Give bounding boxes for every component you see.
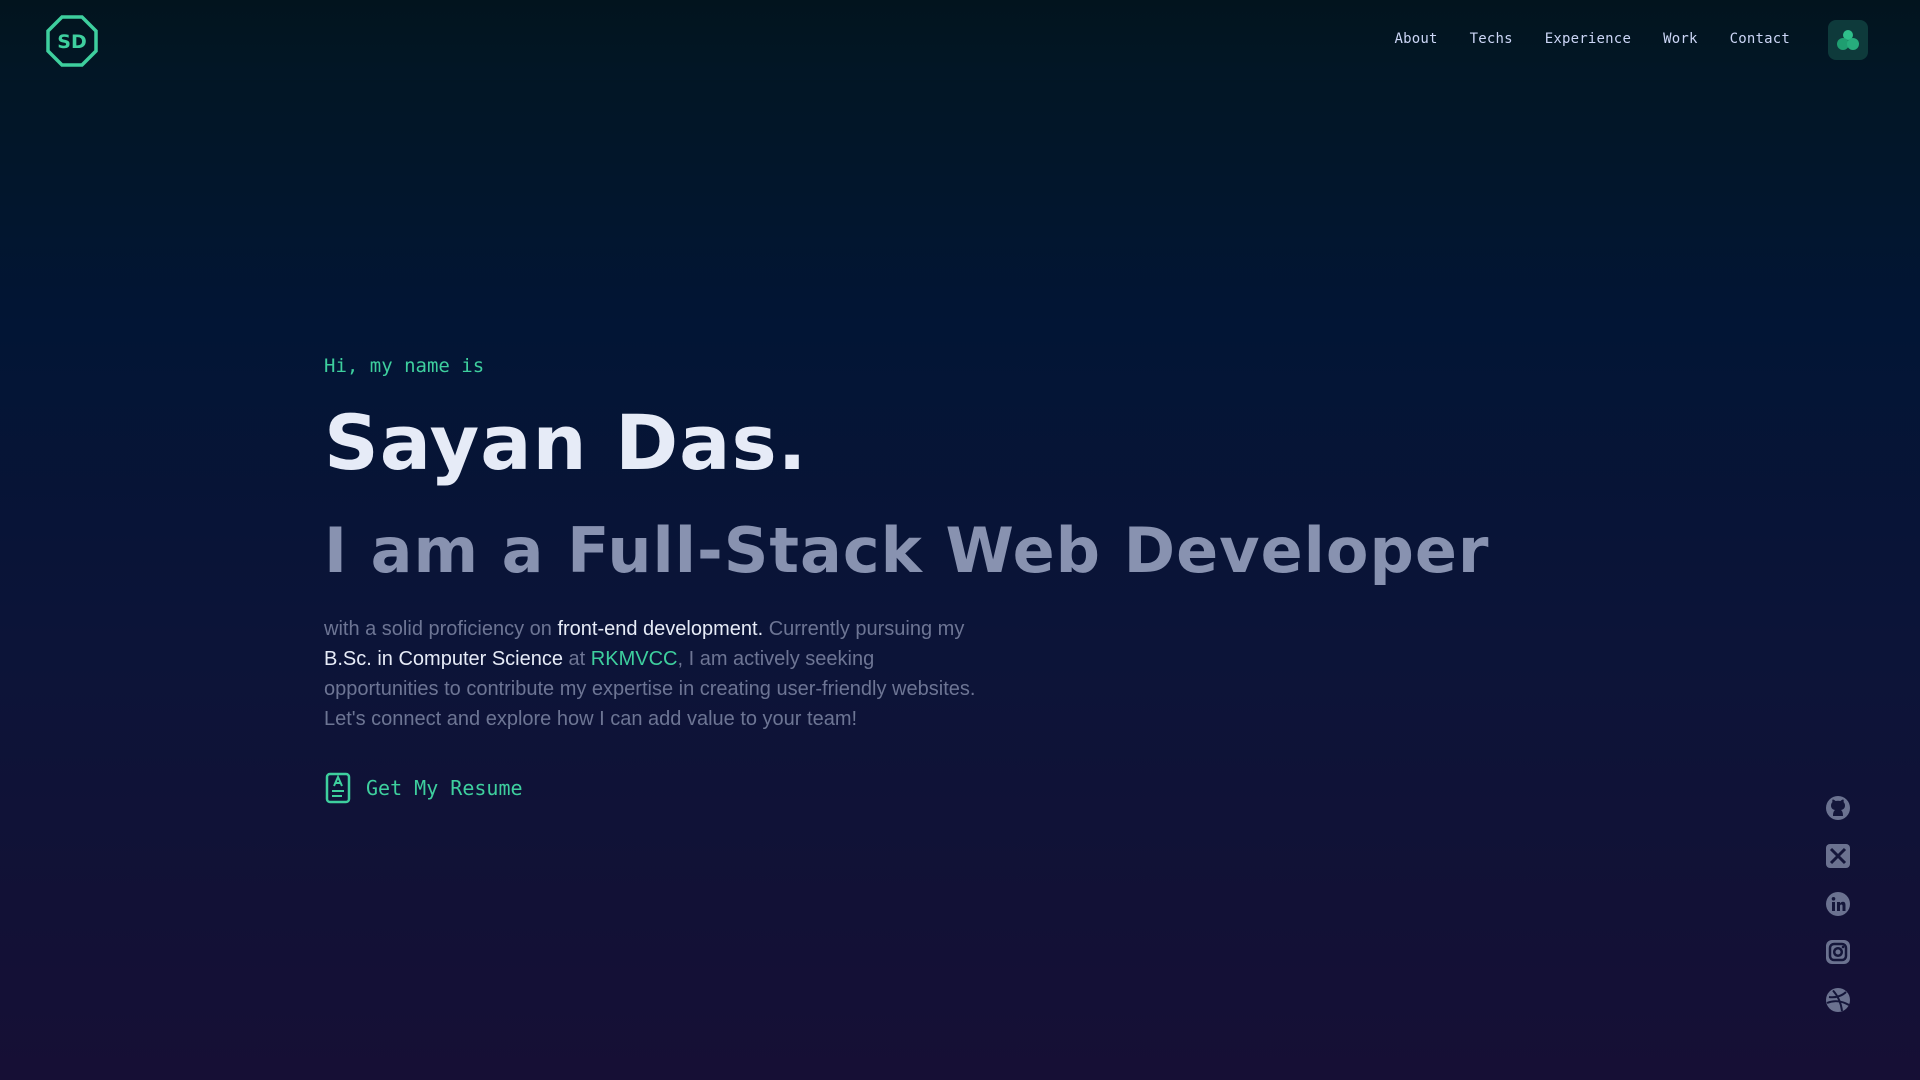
logo[interactable]: SD [45, 14, 99, 68]
hero-bio: with a solid proficiency on front-end de… [324, 614, 984, 734]
linkedin-link[interactable] [1823, 890, 1853, 918]
instagram-link[interactable] [1823, 938, 1853, 966]
bio-text: Currently pursuing my [763, 618, 965, 640]
resume-icon [325, 772, 351, 804]
bio-highlight-degree: B.Sc. in Computer Science [324, 648, 563, 670]
nav-work[interactable]: Work [1663, 31, 1698, 47]
nav-contact[interactable]: Contact [1730, 31, 1790, 47]
rkmvcc-link[interactable]: RKMVCC [591, 648, 678, 670]
greeting-text: Hi, my name is [324, 355, 485, 377]
user-theme-icon [1837, 30, 1859, 50]
x-twitter-icon [1826, 844, 1850, 868]
instagram-icon [1826, 940, 1850, 964]
bio-text: with a solid proficiency on [324, 618, 558, 640]
nav-about[interactable]: About [1394, 31, 1437, 47]
logo-text: SD [57, 31, 86, 53]
github-icon [1826, 796, 1850, 820]
resume-label: Get My Resume [366, 776, 523, 800]
github-link[interactable] [1823, 794, 1853, 822]
dribbble-link[interactable] [1823, 986, 1853, 1014]
bio-highlight-frontend: front-end development. [557, 618, 764, 640]
main-nav: About Techs Experience Work Contact [1394, 0, 1790, 78]
get-resume-button[interactable]: Get My Resume [324, 772, 523, 804]
theme-toggle-button[interactable] [1828, 20, 1868, 60]
x-twitter-link[interactable] [1823, 842, 1853, 870]
linkedin-icon [1826, 892, 1850, 916]
social-links [1822, 794, 1854, 1014]
bio-text: at [563, 648, 591, 670]
dribbble-icon [1826, 988, 1850, 1012]
nav-experience[interactable]: Experience [1545, 31, 1631, 47]
site-header: SD About Techs Experience Work Contact [0, 0, 1920, 80]
hero-role: I am a Full-Stack Web Developer [324, 514, 1490, 587]
nav-techs[interactable]: Techs [1470, 31, 1513, 47]
hero-name: Sayan Das. [324, 398, 808, 487]
